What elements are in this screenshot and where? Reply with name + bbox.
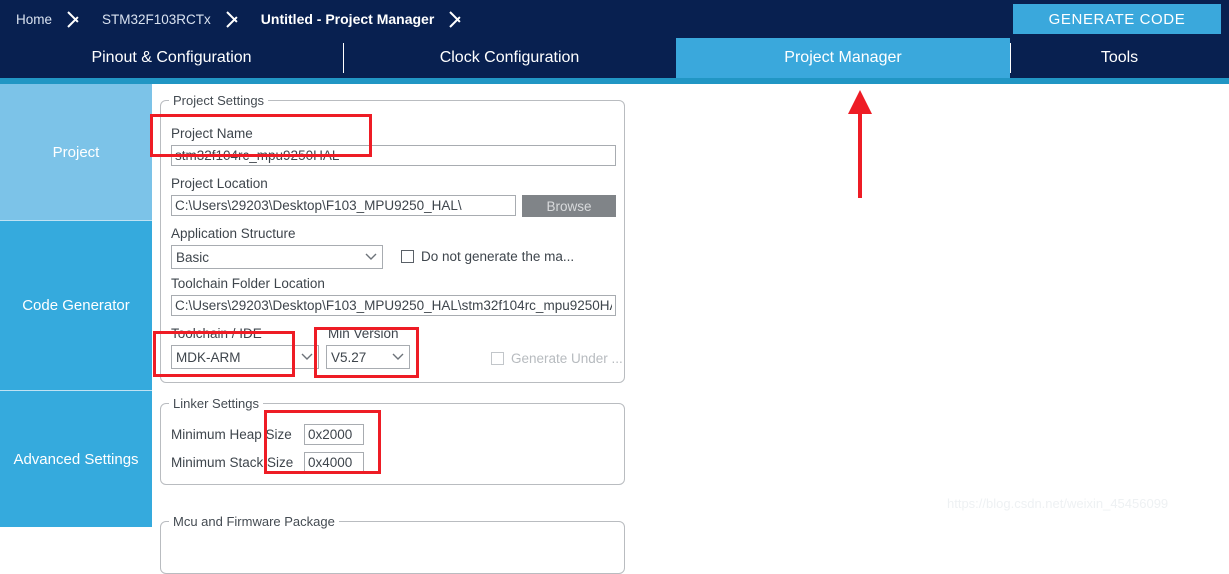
toolchain-folder-location-input[interactable] xyxy=(171,295,616,316)
project-manager-sidebar: Project Code Generator Advanced Settings xyxy=(0,84,152,527)
breadcrumb-item-home[interactable]: Home xyxy=(0,0,66,38)
chevron-down-icon xyxy=(387,346,409,368)
tab-project-manager[interactable]: Project Manager xyxy=(676,38,1010,78)
chevron-right-icon xyxy=(225,0,247,38)
breadcrumb-item-mcu[interactable]: STM32F103RCTx xyxy=(88,0,225,38)
project-location-input[interactable] xyxy=(171,195,516,216)
breadcrumb-item-current-label: Untitled - Project Manager xyxy=(260,11,435,27)
chevron-right-icon xyxy=(448,0,470,38)
breadcrumb-item-home-label: Home xyxy=(16,11,53,27)
breadcrumb-bar: Home STM32F103RCTx Untitled - Project Ma… xyxy=(0,0,1229,38)
project-settings-group: Project Settings Project Name Project Lo… xyxy=(160,93,625,383)
main-tab-bar: Pinout & Configuration Clock Configurati… xyxy=(0,38,1229,78)
browse-button[interactable]: Browse xyxy=(522,195,616,217)
minimum-stack-size-input[interactable] xyxy=(304,452,364,473)
min-version-value: V5.27 xyxy=(331,349,367,365)
project-settings-group-title: Project Settings xyxy=(173,93,265,108)
sidebar-item-project[interactable]: Project xyxy=(0,84,152,221)
tab-pinout-configuration[interactable]: Pinout & Configuration xyxy=(0,38,343,78)
do-not-generate-main-checkbox[interactable]: Do not generate the ma... xyxy=(401,249,574,264)
toolchain-ide-select[interactable]: MDK-ARM xyxy=(171,345,319,369)
project-name-input[interactable] xyxy=(171,145,616,166)
min-version-select[interactable]: V5.27 xyxy=(326,345,410,369)
sidebar-item-code-generator[interactable]: Code Generator xyxy=(0,221,152,391)
generate-under-root-label: Generate Under ... xyxy=(511,351,623,366)
minimum-stack-size-label: Minimum Stack Size xyxy=(171,455,294,470)
application-structure-label: Application Structure xyxy=(171,226,296,241)
min-version-label: Min Version xyxy=(328,326,399,341)
watermark-text: https://blog.csdn.net/weixin_45456099 xyxy=(947,496,1169,511)
sidebar-item-advanced-settings[interactable]: Advanced Settings xyxy=(0,391,152,527)
mcu-firmware-package-group: Mcu and Firmware Package xyxy=(160,514,625,574)
breadcrumb-item-current[interactable]: Untitled - Project Manager xyxy=(247,0,448,38)
generate-code-button[interactable]: GENERATE CODE xyxy=(1013,4,1221,34)
minimum-heap-size-label: Minimum Heap Size xyxy=(171,427,292,442)
project-location-label: Project Location xyxy=(171,176,268,191)
checkbox-box-icon xyxy=(491,352,504,365)
do-not-generate-main-label: Do not generate the ma... xyxy=(421,249,575,264)
toolchain-ide-value: MDK-ARM xyxy=(176,349,241,365)
tab-tools[interactable]: Tools xyxy=(1010,38,1229,78)
tab-clock-configuration[interactable]: Clock Configuration xyxy=(343,38,676,78)
application-structure-select[interactable]: Basic xyxy=(171,245,383,269)
linker-settings-group-title: Linker Settings xyxy=(173,396,259,411)
chevron-down-icon xyxy=(360,246,382,268)
toolchain-folder-location-label: Toolchain Folder Location xyxy=(171,276,325,291)
project-settings-panel: Project Settings Project Name Project Lo… xyxy=(152,84,1229,574)
checkbox-box-icon xyxy=(401,250,414,263)
chevron-down-icon xyxy=(296,346,318,368)
minimum-heap-size-input[interactable] xyxy=(304,424,364,445)
linker-settings-group: Linker Settings Minimum Heap Size Minimu… xyxy=(160,396,625,485)
generate-under-root-checkbox: Generate Under ... xyxy=(491,351,623,366)
project-name-label: Project Name xyxy=(171,126,253,141)
toolchain-ide-label: Toolchain / IDE xyxy=(171,326,262,341)
chevron-right-icon xyxy=(66,0,88,38)
breadcrumb-item-mcu-label: STM32F103RCTx xyxy=(102,11,211,27)
application-structure-value: Basic xyxy=(176,249,210,265)
